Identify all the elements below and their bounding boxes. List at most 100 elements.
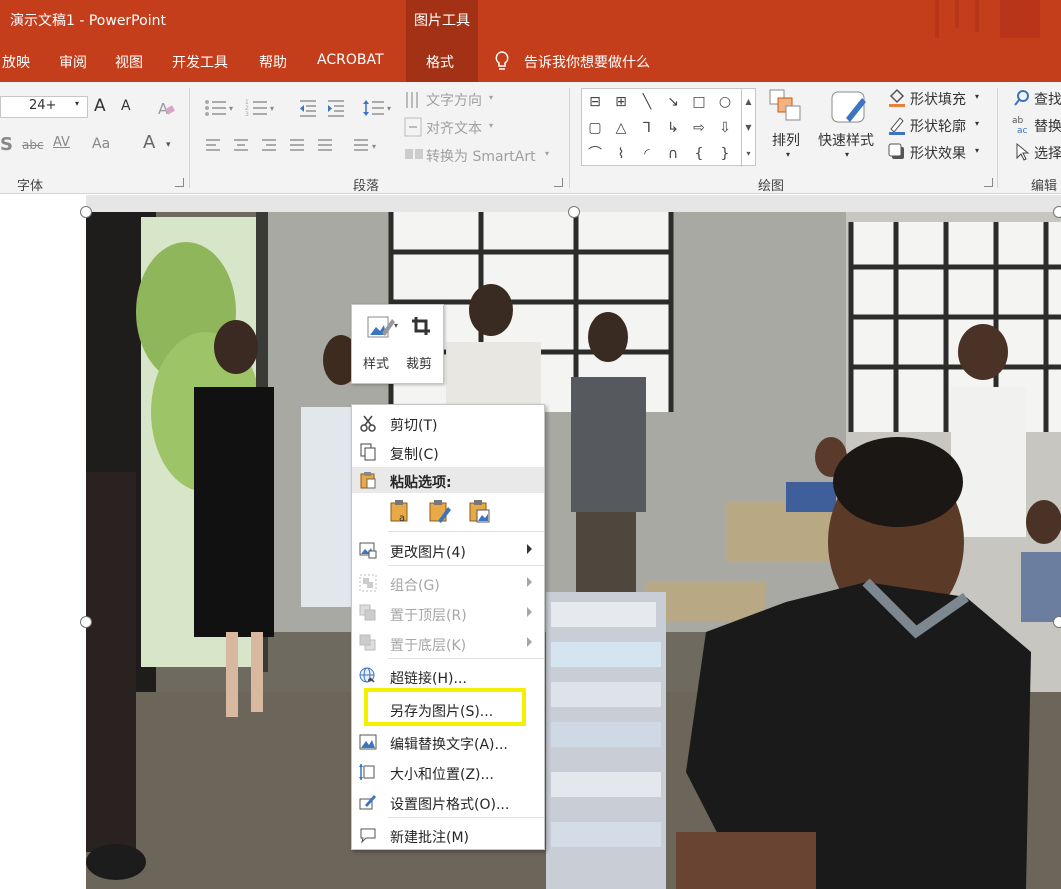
- char-spacing-button[interactable]: AV: [53, 135, 70, 150]
- paste-use-destination-theme-icon[interactable]: a: [389, 499, 413, 525]
- menu-item-size-and-position[interactable]: 大小和位置(Z)...: [352, 758, 544, 786]
- menu-item-edit-alt-text[interactable]: 编辑替换文字(A)...: [352, 728, 544, 756]
- shape-gallery-item[interactable]: ∩: [663, 144, 683, 164]
- shadow-text-icon[interactable]: S: [0, 134, 13, 155]
- strikethrough-icon[interactable]: abc: [22, 138, 44, 152]
- text-direction-icon[interactable]: [404, 90, 422, 110]
- tab-view[interactable]: 视图: [115, 52, 143, 72]
- shape-gallery-item[interactable]: ⊟: [585, 92, 605, 112]
- menu-item-cut[interactable]: 剪切(T): [352, 409, 544, 437]
- shape-gallery-item[interactable]: ◜: [637, 144, 657, 164]
- style-button[interactable]: 样式: [363, 353, 389, 372]
- shape-gallery-item[interactable]: □: [689, 92, 709, 112]
- shapes-gallery[interactable]: ⊟ ⊞ ╲ ↘ □ ○ ▢ △ ⅂ ↳ ⇨ ⇩ ⌒ ⌇ ◜ ∩ {} ▲ ▼ ▾: [581, 88, 756, 167]
- quick-styles-button[interactable]: 快速样式: [818, 130, 874, 150]
- tab-slideshow[interactable]: 放映: [2, 52, 30, 72]
- paint-bucket-icon[interactable]: [887, 88, 907, 108]
- resize-handle-top-right[interactable]: [1053, 206, 1061, 218]
- resize-handle-top-left[interactable]: [80, 206, 92, 218]
- menu-item-new-comment[interactable]: 新建批注(M): [352, 821, 544, 849]
- crop-button[interactable]: 裁剪: [406, 353, 432, 372]
- chevron-down-icon: ▾: [75, 99, 80, 108]
- numbering-icon[interactable]: 1 2 3 ▾: [245, 98, 277, 118]
- text-direction-button[interactable]: 文字方向: [426, 90, 482, 110]
- tell-me-search[interactable]: 告诉我你想要做什么: [524, 52, 650, 72]
- shrink-font-button[interactable]: A: [121, 98, 131, 114]
- shape-gallery-item[interactable]: ▢: [585, 118, 605, 138]
- chevron-down-icon[interactable]: ▾: [166, 140, 171, 150]
- select-button[interactable]: 选择: [1034, 143, 1061, 163]
- slide-canvas[interactable]: [0, 195, 86, 889]
- shape-gallery-item[interactable]: {: [689, 144, 709, 164]
- search-icon[interactable]: [1013, 89, 1031, 107]
- title-bar: 演示文稿1 - PowerPoint: [0, 0, 1061, 38]
- resize-handle-middle-left[interactable]: [80, 616, 92, 628]
- shape-gallery-item[interactable]: ⇩: [715, 118, 735, 138]
- shape-effects-icon[interactable]: [887, 142, 907, 162]
- pen-outline-icon[interactable]: [887, 115, 907, 135]
- menu-item-format-picture[interactable]: 设置图片格式(O)...: [352, 788, 544, 816]
- shape-gallery-item[interactable]: ⊞: [611, 92, 631, 112]
- grow-font-button[interactable]: A: [94, 96, 106, 116]
- shape-gallery-item[interactable]: ⌇: [611, 144, 631, 164]
- smartart-icon[interactable]: [404, 146, 424, 164]
- gallery-scroll-down-button[interactable]: ▼: [741, 115, 755, 141]
- paragraph-dialog-launcher-icon[interactable]: [554, 178, 563, 187]
- clipboard-icon: [359, 471, 377, 489]
- font-color-button[interactable]: A: [143, 132, 155, 153]
- font-size-box[interactable]: 24+ ▾: [0, 96, 88, 118]
- shape-gallery-item[interactable]: △: [611, 118, 631, 138]
- crop-icon[interactable]: [410, 315, 434, 339]
- shape-gallery-item[interactable]: }: [715, 144, 735, 164]
- tab-acrobat[interactable]: ACROBAT: [317, 52, 384, 68]
- menu-item-copy[interactable]: 复制(C): [352, 438, 544, 466]
- bring-to-front-icon: [359, 604, 377, 622]
- gallery-more-button[interactable]: ▾: [741, 141, 755, 167]
- clear-format-icon[interactable]: A: [156, 98, 176, 118]
- shape-gallery-item[interactable]: ⅂: [637, 118, 657, 138]
- tab-help[interactable]: 帮助: [259, 52, 287, 72]
- shape-gallery-item[interactable]: ○: [715, 92, 735, 112]
- bullets-icon[interactable]: ▾: [204, 98, 236, 118]
- selected-picture[interactable]: [86, 212, 1061, 889]
- shape-fill-button[interactable]: 形状填充: [910, 89, 966, 109]
- tab-developer[interactable]: 开发工具: [172, 52, 228, 72]
- title-decoration: [1000, 0, 1040, 38]
- change-case-button[interactable]: Aa: [92, 136, 110, 152]
- increase-indent-icon[interactable]: [326, 98, 346, 118]
- replace-icon[interactable]: ab ac: [1011, 114, 1031, 136]
- align-text-icon[interactable]: [404, 117, 422, 137]
- picture-style-icon[interactable]: ▾: [366, 315, 400, 341]
- drawing-dialog-launcher-icon[interactable]: [984, 178, 993, 187]
- shape-gallery-item[interactable]: ╲: [637, 92, 657, 112]
- shape-outline-button[interactable]: 形状轮廓: [910, 116, 966, 136]
- resize-handle-top-center[interactable]: [568, 206, 580, 218]
- menu-item-hyperlink[interactable]: 超链接(H)...: [352, 662, 544, 690]
- svg-text:▾: ▾: [387, 104, 391, 113]
- convert-smartart-button[interactable]: 转换为 SmartArt: [426, 146, 536, 166]
- align-buttons-row[interactable]: ▾: [204, 136, 384, 156]
- cursor-select-icon[interactable]: [1014, 142, 1030, 162]
- line-spacing-icon[interactable]: ▾: [362, 98, 394, 118]
- arrange-button[interactable]: 排列: [772, 130, 800, 150]
- paste-as-picture-icon[interactable]: [468, 499, 492, 525]
- resize-handle-middle-right[interactable]: [1053, 616, 1061, 628]
- shape-gallery-item[interactable]: ⇨: [689, 118, 709, 138]
- menu-item-change-picture[interactable]: 更改图片(4): [352, 536, 544, 564]
- font-dialog-launcher-icon[interactable]: [175, 178, 184, 187]
- title-decoration: [975, 0, 979, 32]
- tab-format[interactable]: 格式: [406, 38, 478, 82]
- shape-gallery-item[interactable]: ↘: [663, 92, 683, 112]
- paste-keep-source-formatting-icon[interactable]: [428, 499, 452, 525]
- replace-button[interactable]: 替换: [1034, 116, 1061, 136]
- shape-gallery-item[interactable]: ⌒: [585, 144, 605, 164]
- gallery-scroll-up-button[interactable]: ▲: [741, 89, 755, 115]
- shape-gallery-item[interactable]: ↳: [663, 118, 683, 138]
- quick-styles-icon[interactable]: [828, 88, 868, 126]
- arrange-icon[interactable]: [768, 88, 804, 124]
- align-text-button[interactable]: 对齐文本: [426, 118, 482, 138]
- tab-review[interactable]: 审阅: [59, 52, 87, 72]
- decrease-indent-icon[interactable]: [298, 98, 318, 118]
- shape-effects-button[interactable]: 形状效果: [910, 143, 966, 163]
- find-button[interactable]: 查找: [1034, 89, 1061, 109]
